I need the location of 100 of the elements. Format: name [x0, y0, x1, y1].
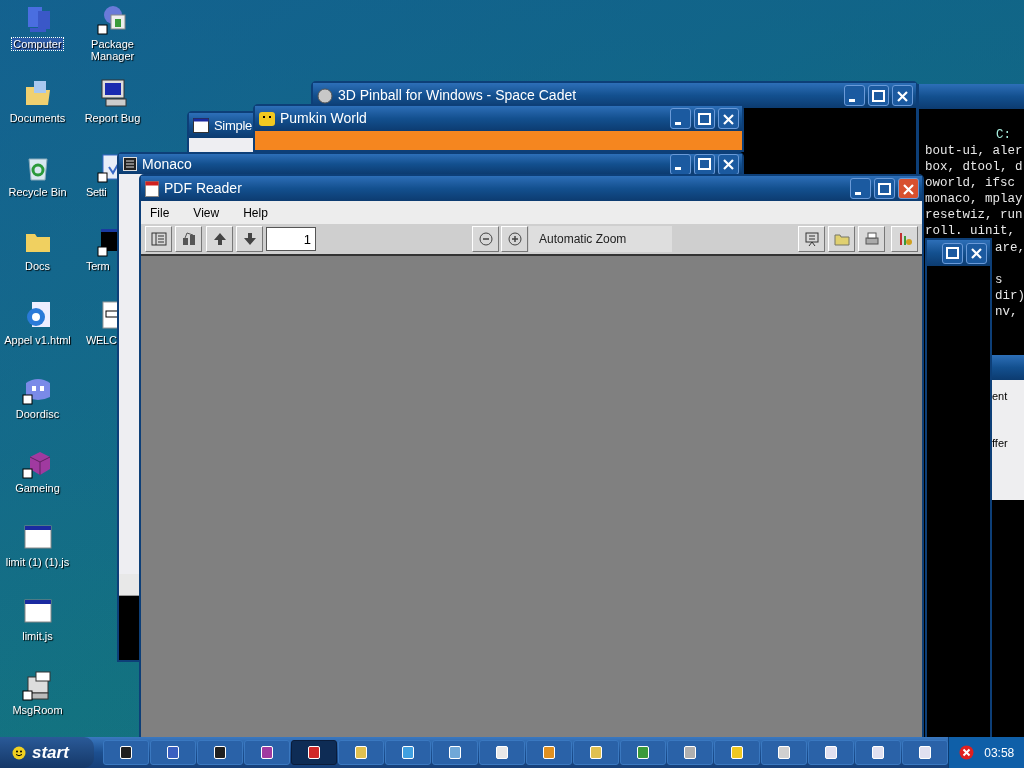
window-title: PDF Reader [164, 179, 242, 198]
minimize-button[interactable] [844, 85, 865, 106]
maximize-button[interactable] [942, 242, 963, 264]
taskbar-button[interactable] [150, 740, 197, 765]
desktop-icon-label[interactable]: Docs [23, 260, 52, 272]
terminal-text: C: [995, 127, 1012, 143]
window-title: Monaco [142, 154, 192, 174]
desktop-icon-label[interactable]: WELC [85, 334, 118, 346]
desktop-icon-label[interactable]: Package Manager [75, 38, 150, 62]
next-page-button[interactable] [236, 226, 263, 252]
taskbar-button[interactable] [338, 740, 385, 765]
desktop-icon-label[interactable]: Setti [85, 186, 108, 198]
taskbar-button[interactable] [714, 740, 761, 765]
terminal-text: nv, [995, 304, 1018, 320]
desktop-icon-label[interactable]: limit.js [21, 630, 54, 642]
terminal-text: roll. uinit, [925, 223, 1015, 239]
window-icon [193, 118, 209, 133]
zoom-in-button[interactable] [501, 226, 528, 252]
desktop-icon-label[interactable]: Documents [8, 112, 67, 124]
menu-item[interactable]: File [150, 203, 170, 222]
terminal-text: s [995, 272, 1003, 288]
window-text: ffer [992, 435, 1008, 451]
maximize-icon [872, 89, 885, 102]
taskbar-button[interactable] [197, 740, 244, 765]
window-title: Pumkin World [280, 109, 367, 128]
sidebar-toggle-button[interactable] [145, 226, 172, 252]
menu-item[interactable]: Help [243, 203, 268, 222]
desktop-icon-label[interactable]: Doordisc [14, 408, 61, 420]
print-button[interactable] [858, 226, 885, 252]
pumpkin-face-icon [259, 110, 275, 127]
page-number-field[interactable]: 1 [266, 227, 316, 251]
maximize-button[interactable] [874, 178, 895, 199]
maximize-button[interactable] [694, 153, 715, 175]
previous-page-icon [212, 232, 227, 246]
maximize-icon [946, 247, 959, 259]
desktop-icon-label[interactable]: limit (1) (1).js [4, 556, 71, 568]
minimize-button[interactable] [670, 108, 691, 129]
presentation-button[interactable] [798, 226, 825, 252]
taskbar-button[interactable] [573, 740, 620, 765]
taskbar-button[interactable] [479, 740, 526, 765]
menu-item[interactable]: View [193, 203, 220, 222]
desktop-icon-label[interactable]: Gameing [14, 482, 61, 494]
zoom-select[interactable]: Automatic Zoom [529, 226, 672, 252]
desktop-icon-label[interactable]: Recycle Bin [7, 186, 68, 198]
maximize-button[interactable] [868, 85, 889, 106]
error-icon [959, 745, 975, 760]
taskbar-button[interactable] [432, 740, 479, 765]
desktop-icon-label[interactable]: Computer [12, 38, 63, 50]
taskbar-button[interactable] [808, 740, 855, 765]
window-title: 3D Pinball for Windows - Space Cadet [338, 86, 577, 105]
close-button[interactable] [718, 108, 739, 129]
close-button[interactable] [966, 242, 987, 264]
desktop-icon-label[interactable]: Term [85, 260, 111, 272]
pdf-file-icon [145, 180, 159, 197]
terminal-text: oworld, ifsc [925, 175, 1015, 191]
terminal-text: box, dtool, d [925, 159, 1023, 175]
minimize-icon [854, 191, 862, 195]
taskbar-button[interactable] [667, 740, 714, 765]
taskbar-button[interactable] [526, 740, 573, 765]
taskbar-button[interactable] [244, 740, 291, 765]
minimize-icon [674, 167, 682, 170]
window-title: Simple [214, 116, 252, 135]
desktop-icon-label[interactable]: Appel v1.html [3, 334, 72, 346]
close-button[interactable] [892, 85, 913, 106]
open-folder-button[interactable] [828, 226, 855, 252]
taskbar-button[interactable] [385, 740, 432, 765]
zoom-in-icon [507, 232, 522, 246]
start-button[interactable]: start [0, 737, 95, 768]
maximize-button[interactable] [694, 108, 715, 129]
taskbar-button[interactable] [902, 740, 949, 765]
desktop-icon-label[interactable]: MsgRoom [11, 704, 64, 716]
taskbar-button[interactable] [291, 740, 338, 765]
maximize-icon [698, 112, 711, 125]
terminal-text: bout-ui, aler [925, 143, 1023, 159]
taskbar-button[interactable] [855, 740, 902, 765]
desktop-icon-label[interactable]: Report Bug [83, 112, 142, 124]
terminal-text: are, [995, 240, 1024, 256]
ball-icon [317, 87, 333, 104]
zoom-out-icon [478, 232, 493, 246]
title-bar [992, 355, 1024, 380]
close-icon [722, 112, 735, 125]
find-button[interactable] [175, 226, 202, 252]
taskbar-button[interactable] [761, 740, 808, 765]
close-icon [902, 182, 915, 195]
close-icon [896, 89, 909, 102]
open-folder-icon [833, 232, 850, 246]
minimize-button[interactable] [850, 178, 871, 199]
terminal-text: resetwiz, run [925, 207, 1023, 223]
minimize-button[interactable] [670, 153, 691, 175]
tools-button[interactable] [891, 226, 918, 252]
taskbar-button[interactable] [620, 740, 667, 765]
find-icon [180, 231, 197, 247]
previous-page-button[interactable] [206, 226, 233, 252]
taskbar-button[interactable] [103, 740, 150, 765]
minimize-icon [674, 121, 682, 125]
zoom-out-button[interactable] [472, 226, 499, 252]
minimize-icon [848, 98, 856, 102]
close-button[interactable] [718, 153, 739, 175]
close-icon [722, 158, 735, 170]
sidebar-toggle-icon [150, 231, 167, 247]
